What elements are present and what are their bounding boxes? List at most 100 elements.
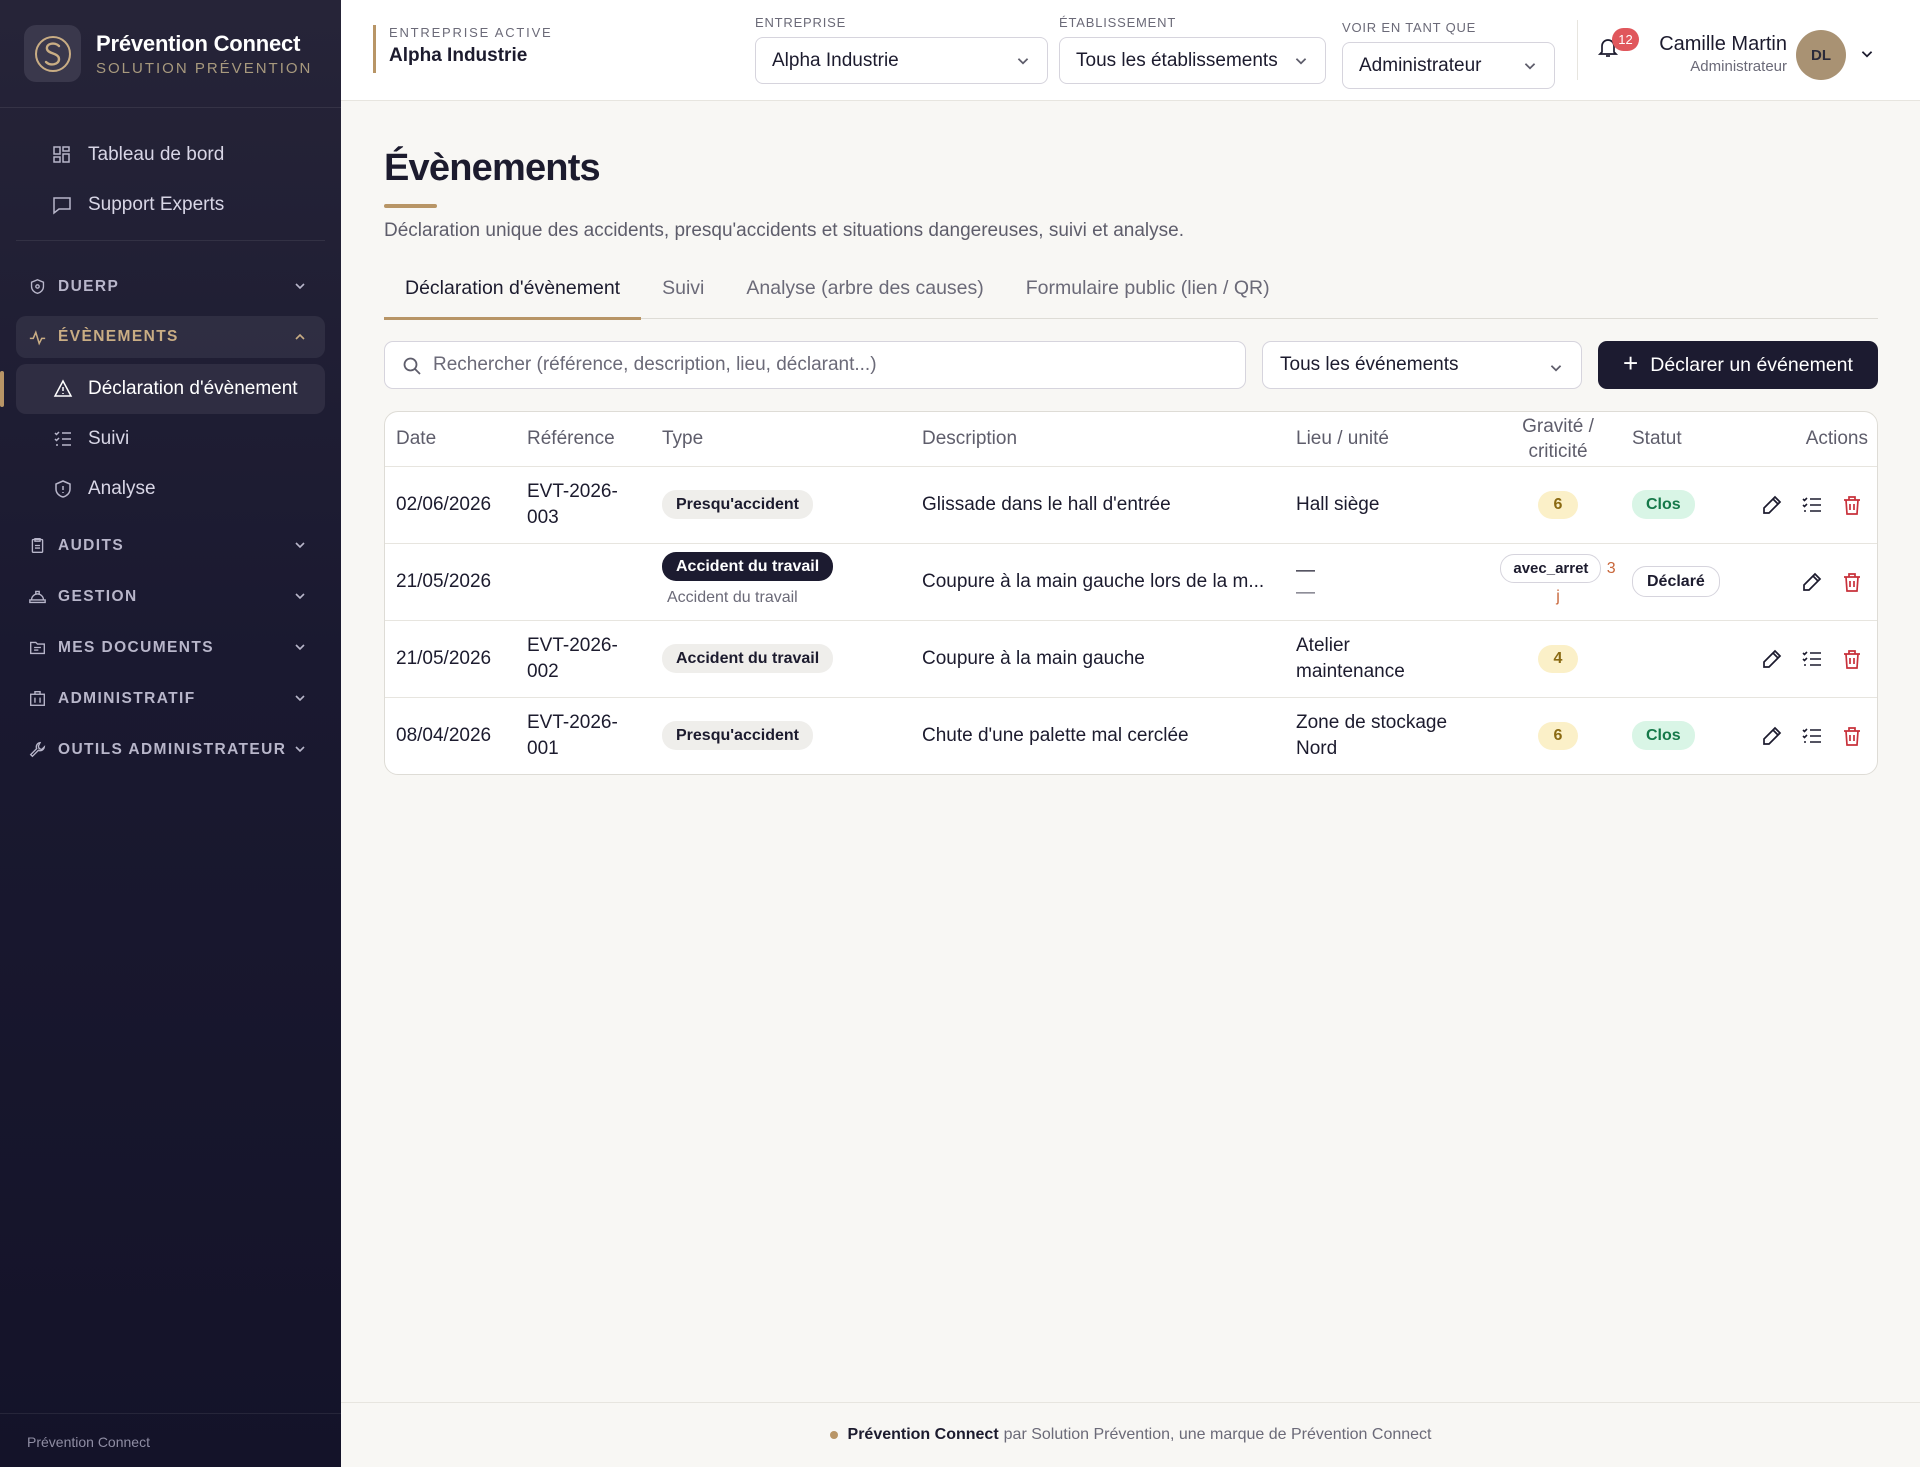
header-divider: [1577, 20, 1578, 80]
tab-suivi[interactable]: Suivi: [641, 274, 725, 319]
footer-brand: Prévention Connect: [847, 1426, 999, 1443]
voir-en-tant-que-select[interactable]: Administrateur: [1342, 42, 1555, 89]
chevron-down-icon: [295, 283, 305, 290]
avatar[interactable]: DL: [1796, 30, 1846, 80]
cell-description: Coupure à la main gauche lors de la m...: [911, 543, 1285, 621]
table-row[interactable]: 02/06/2026 EVT-2026- 003 Presqu'accident …: [385, 466, 1877, 544]
cell-type: Accident du travail Accident du travail: [651, 543, 911, 621]
cell-lieu: Atelier maintenance: [1285, 620, 1495, 698]
cell-type: Presqu'accident: [651, 466, 911, 544]
shield-icon: [30, 278, 45, 295]
section-label: AUDITS: [58, 536, 125, 554]
edit-icon[interactable]: [1801, 571, 1823, 593]
etablissement-select-group: ÉTABLISSEMENT Tous les établissements: [1059, 15, 1326, 84]
helmet-icon: [29, 590, 46, 604]
col-description[interactable]: Description: [911, 412, 1285, 467]
cell-gravite: 6: [1495, 466, 1621, 544]
user-role: Administrateur: [1690, 58, 1787, 75]
declare-event-button[interactable]: + Déclarer un événement: [1598, 341, 1878, 389]
sidebar-section-administratif[interactable]: ADMINISTRATIF: [16, 673, 325, 724]
trash-icon[interactable]: [1841, 725, 1863, 747]
col-statut[interactable]: Statut: [1621, 412, 1737, 467]
plus-icon: +: [1623, 348, 1639, 378]
edit-icon[interactable]: [1761, 494, 1783, 516]
sidebar: Prévention Connect SOLUTION PRÉVENTION T…: [0, 0, 341, 1467]
type-badge: Accident du travail: [662, 644, 834, 673]
cell-date: 02/06/2026: [385, 466, 516, 544]
cell-date: 08/04/2026: [396, 724, 492, 746]
sidebar-section-audits[interactable]: AUDITS: [16, 520, 325, 571]
table-row[interactable]: 21/05/2026 EVT-2026- 002 Accident du trav…: [385, 620, 1877, 698]
ref-part: EVT-2026-: [527, 480, 618, 502]
table-row[interactable]: 08/04/2026 EVT-2026- 001 Presqu'accident …: [385, 697, 1877, 774]
warning-icon: [53, 379, 73, 397]
entreprise-value: Alpha Industrie: [772, 49, 899, 71]
sidebar-item-analyse[interactable]: Analyse: [16, 464, 325, 514]
sidebar-section-gestion[interactable]: GESTION: [16, 571, 325, 622]
cell-date: 21/05/2026: [385, 543, 516, 621]
cell-reference: EVT-2026- 001: [516, 697, 651, 774]
topbar: ENTREPRISE ACTIVE Alpha Industrie ENTREP…: [341, 0, 1920, 101]
col-lieu[interactable]: Lieu / unité: [1285, 412, 1495, 467]
chevron-down-icon: [295, 746, 305, 753]
section-label: OUTILS ADMINISTRATEUR: [58, 740, 287, 758]
chevron-down-icon: [1550, 365, 1562, 372]
search-input[interactable]: [433, 342, 1223, 388]
col-date[interactable]: Date: [385, 412, 516, 467]
cell-lieu: — —: [1285, 543, 1495, 621]
page-title: Évènements: [384, 147, 601, 189]
page-footer: Prévention Connect par Solution Préventi…: [341, 1402, 1920, 1467]
lieu-part: —: [1296, 559, 1315, 581]
etablissement-select[interactable]: Tous les établissements: [1059, 37, 1326, 84]
sidebar-section-duerp[interactable]: DUERP: [16, 261, 325, 312]
cell-description: Chute d'une palette mal cerclée: [922, 724, 1189, 746]
tab-analyse[interactable]: Analyse (arbre des causes): [725, 274, 1004, 319]
edit-icon[interactable]: [1761, 725, 1783, 747]
gravity-badge: 4: [1538, 644, 1578, 673]
col-gravite-line2: criticité: [1528, 440, 1588, 462]
cell-lieu: Zone de stockage Nord: [1285, 697, 1495, 774]
trash-icon[interactable]: [1841, 648, 1863, 670]
sidebar-section-documents[interactable]: MES DOCUMENTS: [16, 622, 325, 673]
checklist-icon[interactable]: [1801, 494, 1823, 516]
cell-actions: [1737, 466, 1877, 544]
event-filter-select[interactable]: Tous les événements: [1262, 341, 1582, 389]
footer-text: par Solution Prévention, une marque de P…: [1003, 1426, 1432, 1443]
checklist-icon[interactable]: [1801, 648, 1823, 670]
col-reference[interactable]: Référence: [516, 412, 651, 467]
sidebar-section-outils[interactable]: OUTILS ADMINISTRATEUR: [16, 724, 325, 775]
sidebar-top-nav: Tableau de bord Support Experts: [16, 108, 325, 241]
user-info[interactable]: Camille Martin Administrateur: [1657, 33, 1787, 75]
tab-declaration[interactable]: Déclaration d'évènement: [384, 274, 642, 320]
edit-icon[interactable]: [1761, 648, 1783, 670]
sidebar-item-tableau-de-bord[interactable]: Tableau de bord: [16, 130, 325, 180]
cell-statut: Clos: [1621, 466, 1737, 544]
gravity-badge: 6: [1538, 721, 1578, 750]
table-row[interactable]: 21/05/2026 Accident du travail Accident d…: [385, 543, 1877, 621]
cell-lieu: Hall siège: [1285, 466, 1495, 544]
tab-formulaire-public[interactable]: Formulaire public (lien / QR): [1005, 274, 1291, 319]
checklist-icon[interactable]: [1801, 725, 1823, 747]
arret-days: 3: [1606, 559, 1616, 577]
activity-icon: [29, 329, 46, 345]
cell-actions: [1737, 620, 1877, 698]
sidebar-item-suivi[interactable]: Suivi: [16, 414, 325, 464]
status-badge: Déclaré: [1632, 566, 1720, 597]
trash-icon[interactable]: [1841, 571, 1863, 593]
sidebar-item-declaration[interactable]: Déclaration d'évènement: [0, 364, 325, 414]
lieu-part: Atelier: [1296, 634, 1350, 656]
sidebar-section-evenements[interactable]: ÉVÈNEMENTS: [16, 316, 325, 358]
brand[interactable]: Prévention Connect SOLUTION PRÉVENTION: [0, 0, 341, 108]
sidebar-item-support-experts[interactable]: Support Experts: [16, 180, 325, 230]
cell-reference: EVT-2026- 002: [516, 620, 651, 698]
trash-icon[interactable]: [1841, 494, 1863, 516]
checklist-icon: [54, 431, 71, 446]
col-gravite[interactable]: Gravité / criticité: [1495, 412, 1621, 467]
entreprise-select[interactable]: Alpha Industrie: [755, 37, 1048, 84]
col-type[interactable]: Type: [651, 412, 911, 467]
chevron-down-icon[interactable]: [1859, 46, 1875, 62]
lieu-part: —: [1296, 581, 1315, 603]
chevron-down-icon: [1524, 62, 1536, 69]
sidebar-item-label: Suivi: [88, 428, 130, 449]
cell-actions: [1737, 697, 1877, 774]
